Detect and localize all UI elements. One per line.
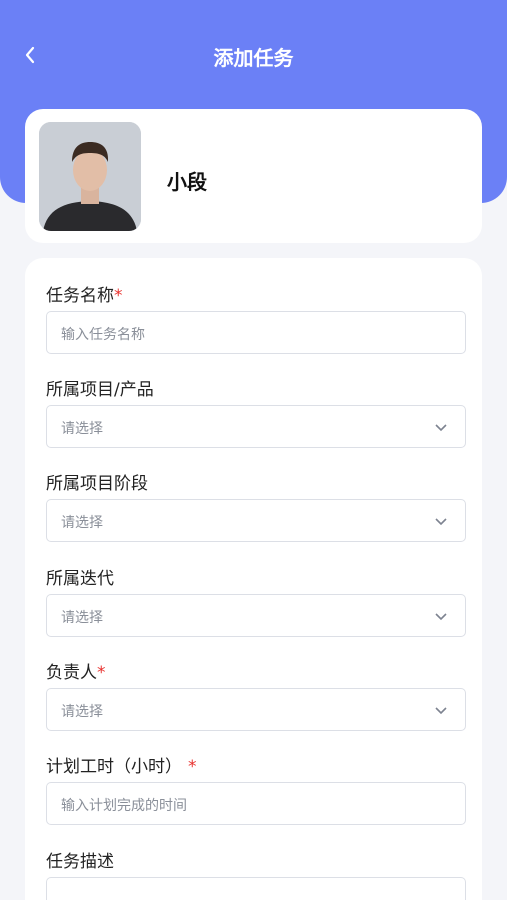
task-form: 任务名称* 输入任务名称 所属项目/产品 请选择 所属项目阶段 请选择 所属迭代… [25,258,482,900]
chevron-down-icon [435,613,447,621]
chevron-down-icon [435,707,447,715]
stage-placeholder: 请选择 [61,515,103,531]
hours-label: 计划工时（小时） * [46,752,197,777]
iteration-placeholder: 请选择 [61,610,103,626]
hours-placeholder: 输入计划完成的时间 [61,798,187,814]
stage-label: 所属项目阶段 [46,474,148,494]
iteration-label: 所属迭代 [46,569,114,589]
required-mark: * [97,663,106,683]
task-name-label: 任务名称* [46,281,123,306]
top-nav: 添加任务 [0,0,507,110]
description-textarea[interactable] [46,877,466,900]
owner-label-text: 负责人 [46,663,97,683]
iteration-select[interactable]: 请选择 [46,594,466,637]
project-label: 所属项目/产品 [46,380,154,400]
required-mark: * [188,757,197,777]
task-name-label-text: 任务名称 [46,286,114,306]
hours-label-text: 计划工时（小时） [46,757,182,777]
project-select[interactable]: 请选择 [46,405,466,448]
project-placeholder: 请选择 [61,421,103,437]
owner-label: 负责人* [46,658,106,683]
task-name-input[interactable]: 输入任务名称 [46,311,466,354]
avatar-photo [39,122,141,231]
chevron-down-icon [435,518,447,526]
hours-input[interactable]: 输入计划完成的时间 [46,782,466,825]
page-title: 添加任务 [213,46,294,70]
avatar [39,122,141,231]
user-card: 小段 [25,109,482,243]
stage-select[interactable]: 请选择 [46,499,466,542]
owner-select[interactable]: 请选择 [46,688,466,731]
required-mark: * [114,286,123,306]
owner-placeholder: 请选择 [61,704,103,720]
chevron-down-icon [435,424,447,432]
description-label: 任务描述 [46,852,114,872]
user-name: 小段 [167,170,207,194]
task-name-placeholder: 输入任务名称 [61,327,145,343]
